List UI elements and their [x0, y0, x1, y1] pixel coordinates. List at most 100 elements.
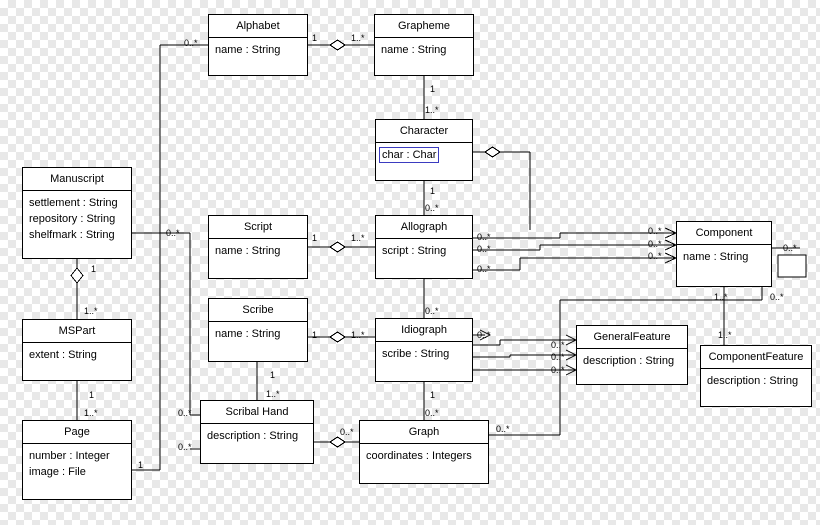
multiplicity-label: 1..* — [425, 105, 439, 115]
class-component-attrs: name : String — [677, 245, 771, 269]
multiplicity-label: 0..* — [477, 232, 491, 242]
multiplicity-label: 0..* — [496, 424, 510, 434]
attribute: extent : String — [29, 349, 97, 361]
attribute: description : String — [207, 430, 299, 442]
multiplicity-label: 0..* — [551, 365, 565, 375]
multiplicity-label: 1 — [312, 33, 318, 43]
class-character-attrs: char : Char — [376, 143, 472, 167]
multiplicity-label: 1 — [312, 233, 318, 243]
attribute: description : String — [707, 375, 799, 387]
multiplicity-label: 0..* — [477, 264, 491, 274]
class-generalfeature-name: GeneralFeature — [593, 331, 671, 343]
attribute: script : String — [382, 245, 447, 257]
attribute: name : String — [215, 245, 281, 257]
multiplicity-label: 1 — [270, 370, 276, 380]
class-mspart-name: MSPart — [58, 325, 96, 337]
attribute: scribe : String — [382, 348, 450, 360]
multiplicity-label: 1..* — [351, 233, 365, 243]
class-idiograph[interactable]: Idiograph scribe : String — [375, 318, 473, 382]
class-scribe-name: Scribe — [242, 304, 274, 316]
class-script-name: Script — [243, 221, 273, 233]
class-script-attrs: name : String — [209, 239, 307, 263]
attribute: shelfmark : String — [29, 229, 115, 241]
class-page[interactable]: Page number : Integer image : File — [22, 420, 132, 500]
multiplicity-label: 1..* — [84, 408, 98, 418]
attribute: name : String — [381, 44, 447, 56]
class-manuscript-name: Manuscript — [50, 173, 104, 185]
multiplicity-label: 0..* — [770, 292, 784, 302]
multiplicity-label: 1 — [430, 84, 436, 94]
class-scribal-hand-attrs: description : String — [201, 424, 313, 448]
class-idiograph-name: Idiograph — [401, 324, 447, 336]
multiplicity-label: 1 — [89, 390, 95, 400]
class-scribe-attrs: name : String — [209, 322, 307, 346]
attribute: settlement : String — [29, 197, 118, 209]
multiplicity-label: 0..* — [184, 38, 198, 48]
class-allograph-attrs: script : String — [376, 239, 472, 263]
attribute-selected[interactable]: char : Char — [379, 147, 440, 163]
attribute: repository : String — [29, 213, 116, 225]
attribute: name : String — [215, 44, 281, 56]
attribute: description : String — [583, 355, 675, 367]
attribute: image : File — [29, 466, 86, 478]
class-componentfeature-attrs: description : String — [701, 369, 811, 393]
multiplicity-label: 1..* — [351, 330, 365, 340]
multiplicity-label: 1 — [312, 330, 318, 340]
class-manuscript-attrs: settlement : String repository : String … — [23, 191, 131, 247]
attribute: name : String — [215, 328, 281, 340]
multiplicity-label: 1 — [91, 264, 97, 274]
class-graph-attrs: coordinates : Integers — [360, 444, 488, 468]
multiplicity-label: 1..* — [351, 33, 365, 43]
multiplicity-label: 0..* — [340, 427, 354, 437]
class-grapheme[interactable]: Grapheme name : String — [374, 14, 474, 76]
attribute: number : Integer — [29, 450, 110, 462]
class-mspart-attrs: extent : String — [23, 343, 131, 367]
multiplicity-label: 0..* — [477, 330, 491, 340]
multiplicity-label: 1 — [430, 186, 436, 196]
class-component-name: Component — [695, 227, 753, 239]
class-scribe[interactable]: Scribe name : String — [208, 298, 308, 362]
multiplicity-label: 1 — [430, 390, 436, 400]
multiplicity-label: 1 — [138, 460, 144, 470]
attribute: name : String — [683, 251, 749, 263]
class-scribal-hand-name: Scribal Hand — [225, 406, 289, 418]
multiplicity-label: 0..* — [783, 243, 797, 253]
class-graph[interactable]: Graph coordinates : Integers — [359, 420, 489, 484]
multiplicity-label: 0..* — [477, 244, 491, 254]
attribute: coordinates : Integers — [366, 450, 472, 462]
class-character-name: Character — [399, 125, 449, 137]
class-page-name: Page — [64, 426, 90, 438]
multiplicity-label: 1..* — [84, 306, 98, 316]
multiplicity-label: 0..* — [551, 340, 565, 350]
class-generalfeature[interactable]: GeneralFeature description : String — [576, 325, 688, 385]
class-character[interactable]: Character char : Char — [375, 119, 473, 181]
class-generalfeature-attrs: description : String — [577, 349, 687, 373]
multiplicity-label: 0..* — [425, 203, 439, 213]
multiplicity-label: 1..* — [718, 330, 732, 340]
class-alphabet[interactable]: Alphabet name : String — [208, 14, 308, 76]
class-allograph[interactable]: Allograph script : String — [375, 215, 473, 279]
class-componentfeature[interactable]: ComponentFeature description : String — [700, 345, 812, 407]
class-idiograph-attrs: scribe : String — [376, 342, 472, 366]
multiplicity-label: 0..* — [648, 226, 662, 236]
class-page-attrs: number : Integer image : File — [23, 444, 131, 484]
multiplicity-label: 0..* — [425, 306, 439, 316]
class-manuscript[interactable]: Manuscript settlement : String repositor… — [22, 167, 132, 259]
multiplicity-label: 1..* — [266, 389, 280, 399]
uml-class-diagram: Alphabet name : String Grapheme name : S… — [0, 0, 820, 525]
multiplicity-label: 0..* — [166, 228, 180, 238]
class-alphabet-name: Alphabet — [236, 20, 280, 32]
class-scribal-hand[interactable]: Scribal Hand description : String — [200, 400, 314, 464]
multiplicity-label: 0..* — [648, 251, 662, 261]
multiplicity-label: 0..* — [648, 239, 662, 249]
multiplicity-label: 1..* — [714, 292, 728, 302]
class-componentfeature-name: ComponentFeature — [708, 351, 804, 363]
class-component[interactable]: Component name : String — [676, 221, 772, 287]
multiplicity-label: 0..* — [178, 408, 192, 418]
class-alphabet-attrs: name : String — [209, 38, 307, 62]
class-script[interactable]: Script name : String — [208, 215, 308, 279]
class-mspart[interactable]: MSPart extent : String — [22, 319, 132, 381]
class-allograph-name: Allograph — [400, 221, 448, 233]
class-grapheme-attrs: name : String — [375, 38, 473, 62]
multiplicity-label: 0..* — [425, 408, 439, 418]
